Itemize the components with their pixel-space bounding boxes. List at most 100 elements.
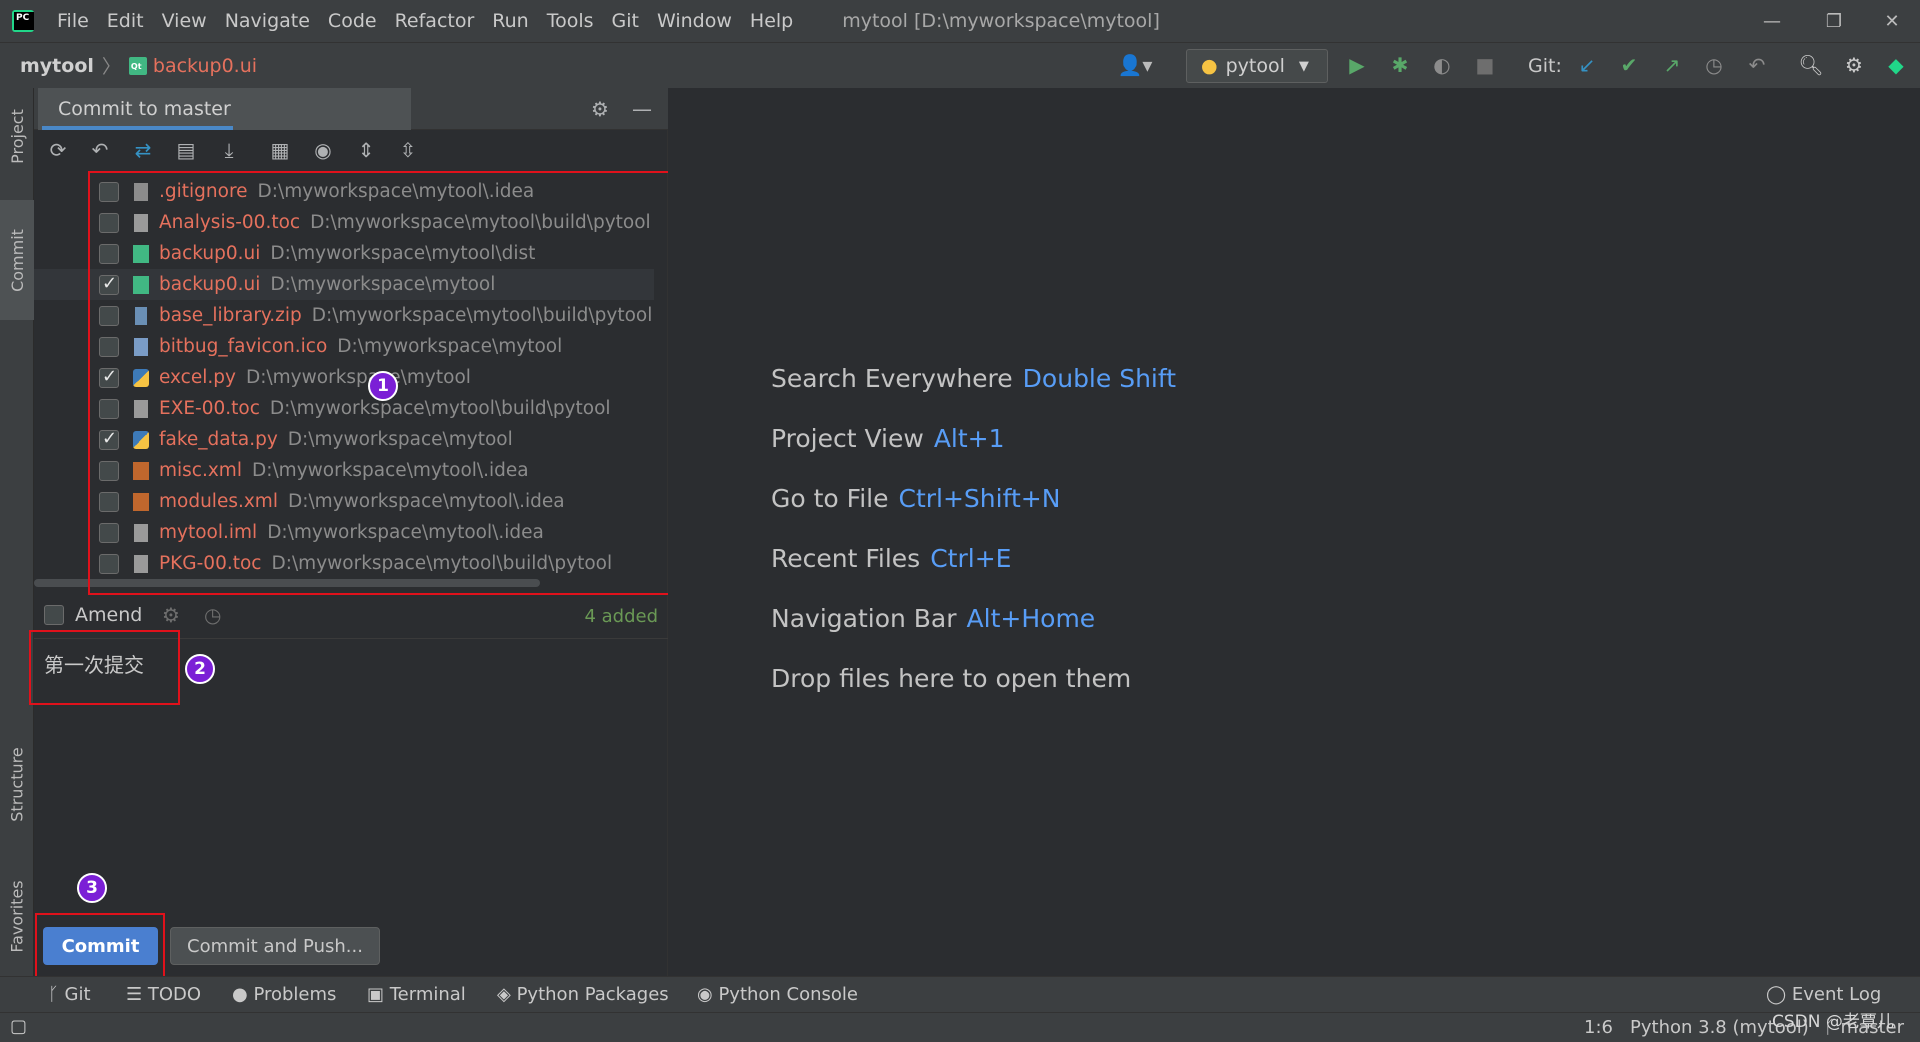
tool-window-todo-label: TODO	[147, 984, 202, 1005]
git-label: Git:	[1528, 55, 1562, 77]
menu-run[interactable]: Run	[483, 10, 537, 32]
hint-label: Drop files here to open them	[771, 664, 1132, 693]
breadcrumb-project[interactable]: mytool	[20, 55, 94, 77]
amend-label[interactable]: Amend	[75, 604, 142, 626]
git-rollback-icon[interactable]: ↶	[1743, 51, 1771, 79]
group-by-icon[interactable]: ▦	[266, 136, 294, 164]
git-commit-icon[interactable]: ✔	[1615, 51, 1643, 79]
python-console-icon: ◉	[697, 984, 719, 1005]
shelve-icon[interactable]: ▤	[172, 136, 200, 164]
breadcrumb-file[interactable]: backup0.ui	[128, 54, 258, 77]
run-configuration-label: pytool	[1225, 55, 1285, 77]
menu-git[interactable]: Git	[603, 10, 648, 32]
hint-label: Recent Files	[771, 544, 921, 573]
commit-history-clock-icon[interactable]: ◷	[204, 603, 221, 627]
tool-window-todo[interactable]: ☰ TODO	[126, 984, 201, 1005]
commit-and-push-button[interactable]: Commit and Push...	[170, 927, 380, 965]
caret-position[interactable]: 1:6	[1584, 1017, 1613, 1038]
qt-file-icon	[128, 56, 147, 75]
menu-refactor[interactable]: Refactor	[386, 10, 484, 32]
search-icon[interactable]: 🔍︎	[1797, 51, 1825, 79]
todo-list-icon: ☰	[126, 984, 148, 1005]
minimize-icon[interactable]: —	[1744, 0, 1800, 42]
tool-window-event-log-label: Event Log	[1791, 984, 1882, 1005]
stop-icon[interactable]: ■	[1471, 51, 1499, 79]
tool-window-problems-label: Problems	[253, 984, 337, 1005]
view-options-eye-icon[interactable]: ◉	[309, 136, 337, 164]
commit-and-push-label: Commit and Push...	[187, 935, 363, 957]
commit-toolbar: ⟳ ↶ ⇄ ▤ ⤓ ▦ ◉ ⇕ ⇳	[34, 130, 668, 170]
menu-window[interactable]: Window	[648, 10, 741, 32]
panel-hide-icon[interactable]: —	[628, 95, 656, 123]
tool-window-problems[interactable]: ● Problems	[232, 984, 336, 1005]
commit-options-gear-icon[interactable]: ⚙	[162, 603, 180, 627]
debug-icon[interactable]: ✱	[1386, 51, 1414, 79]
problems-icon: ●	[232, 984, 254, 1005]
tool-tab-structure-label: Structure	[7, 746, 27, 822]
download-icon[interactable]: ⤓	[215, 136, 243, 164]
menu-navigate[interactable]: Navigate	[216, 10, 319, 32]
csdn-watermark: CSDN @老覃儿	[1772, 1012, 1894, 1032]
hint-navigation-bar: Navigation Bar Alt+Home	[771, 604, 1095, 633]
collapse-all-icon[interactable]: ⇳	[394, 136, 422, 164]
user-account-icon[interactable]: 👤▾	[1114, 51, 1156, 79]
git-update-icon[interactable]: ↙	[1573, 51, 1601, 79]
packages-icon: ◈	[497, 984, 517, 1005]
tool-window-python-console[interactable]: ◉ Python Console	[697, 984, 858, 1005]
jetbrains-toolbox-icon[interactable]: ◆	[1882, 51, 1910, 79]
tool-window-git-label: Git	[64, 984, 91, 1005]
tool-window-python-packages[interactable]: ◈ Python Packages	[497, 984, 669, 1005]
tool-tab-commit[interactable]: Commit	[0, 200, 34, 320]
pycharm-logo-icon	[12, 10, 34, 32]
breadcrumb-separator-icon: 〉	[101, 56, 121, 78]
editor-empty-area: Search Everywhere Double Shift Project Vi…	[668, 88, 1920, 976]
show-diff-icon[interactable]: ⇄	[129, 136, 157, 164]
hint-label: Navigation Bar	[771, 604, 957, 633]
expand-all-icon[interactable]: ⇕	[352, 136, 380, 164]
tool-tab-favorites-label: Favorites	[7, 879, 27, 953]
menu-tools[interactable]: Tools	[538, 10, 603, 32]
git-history-icon[interactable]: ◷	[1700, 51, 1728, 79]
rollback-icon[interactable]: ↶	[86, 136, 114, 164]
hint-recent-files: Recent Files Ctrl+E	[771, 544, 1011, 573]
breadcrumb-file-label: backup0.ui	[152, 54, 258, 77]
git-push-icon[interactable]: ↗	[1658, 51, 1686, 79]
tab-commit-to-master[interactable]: Commit to master	[38, 88, 411, 130]
tool-window-terminal-label: Terminal	[389, 984, 466, 1005]
coverage-icon[interactable]: ◐	[1428, 51, 1456, 79]
hint-label: Project View	[771, 424, 924, 453]
menu-help[interactable]: Help	[741, 10, 802, 32]
settings-gear-icon[interactable]: ⚙	[1840, 51, 1868, 79]
menu-edit[interactable]: Edit	[98, 10, 153, 32]
hint-shortcut: Alt+Home	[966, 604, 1096, 633]
toggle-tool-windows-icon[interactable]: ▢	[10, 1016, 27, 1037]
run-configuration-select[interactable]: ● pytool ▼	[1186, 49, 1328, 83]
left-tool-strip: Project Commit Structure Favorites	[0, 88, 34, 976]
tool-window-event-log[interactable]: ◯ Event Log	[1766, 984, 1881, 1005]
python-icon: ●	[1201, 55, 1218, 77]
refresh-icon[interactable]: ⟳	[44, 136, 72, 164]
tool-window-python-console-label: Python Console	[718, 984, 859, 1005]
hint-shortcut: Ctrl+Shift+N	[898, 484, 1061, 513]
bottom-tool-window-bar: ᚴ Git ☰ TODO ● Problems ▣ Terminal ◈ Pyt…	[0, 976, 1920, 1012]
restore-icon[interactable]: ❐	[1806, 0, 1862, 42]
tool-tab-structure[interactable]: Structure	[0, 724, 34, 844]
close-icon[interactable]: ✕	[1864, 0, 1920, 42]
tool-window-python-packages-label: Python Packages	[516, 984, 669, 1005]
chevron-down-icon: ▼	[1298, 58, 1309, 74]
panel-settings-gear-icon[interactable]: ⚙	[586, 95, 614, 123]
tool-window-git[interactable]: ᚴ Git	[48, 984, 91, 1005]
menu-file[interactable]: File	[48, 10, 98, 32]
menu-view[interactable]: View	[153, 10, 216, 32]
hint-label: Go to File	[771, 484, 889, 513]
tool-tab-favorites[interactable]: Favorites	[0, 856, 34, 976]
tool-tab-project[interactable]: Project	[0, 88, 34, 184]
run-icon[interactable]: ▶	[1343, 51, 1371, 79]
hint-shortcut: Double Shift	[1022, 364, 1177, 393]
tool-window-terminal[interactable]: ▣ Terminal	[367, 984, 466, 1005]
amend-checkbox[interactable]	[44, 605, 64, 625]
tab-commit-label: Commit to master	[58, 98, 231, 120]
tool-tab-project-label: Project	[7, 108, 27, 164]
amend-row: Amend ⚙ ◷ 4 added	[34, 598, 668, 634]
menu-code[interactable]: Code	[319, 10, 386, 32]
